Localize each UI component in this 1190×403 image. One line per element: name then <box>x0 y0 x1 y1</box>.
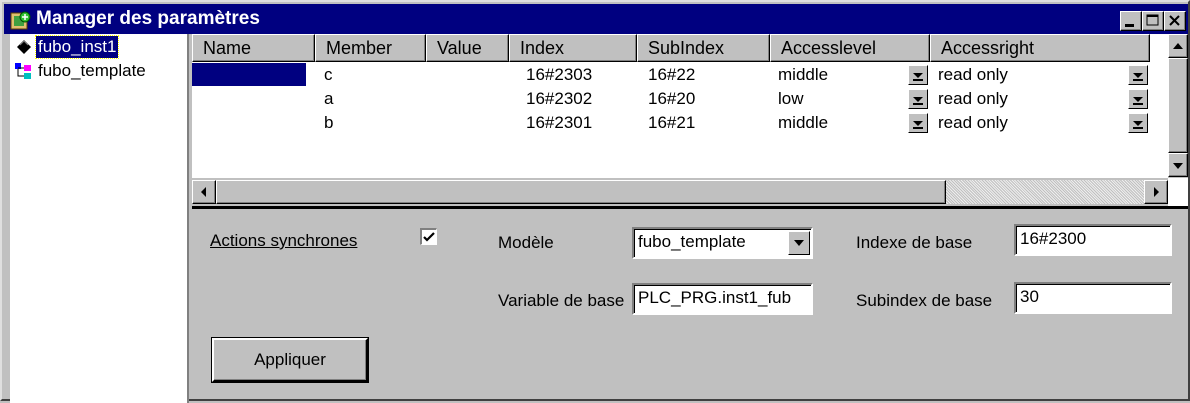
chevron-down-icon <box>913 121 923 129</box>
window-title: Manager des paramètres <box>36 8 260 29</box>
chevron-down-icon <box>1133 73 1143 81</box>
minimize-icon <box>1125 24 1134 27</box>
base-subindex-field[interactable]: 30 <box>1014 282 1172 314</box>
scroll-down-button[interactable] <box>1168 153 1188 177</box>
cell-subindex[interactable]: 16#21 <box>646 112 695 134</box>
model-select[interactable]: fubo_template <box>632 227 813 259</box>
base-subindex-label: Subindex de base <box>856 291 993 310</box>
cell-member[interactable]: a <box>322 88 333 110</box>
sync-actions-checkbox[interactable] <box>420 228 437 245</box>
vertical-scroll-thumb[interactable] <box>1168 58 1188 153</box>
base-variable-field[interactable]: PLC_PRG.inst1_fub <box>632 283 813 315</box>
horizontal-scroll-track[interactable] <box>946 180 1144 204</box>
close-icon <box>1169 15 1180 26</box>
accesslevel-dropdown-button[interactable] <box>908 113 928 133</box>
tree-item-fubo-template[interactable]: fubo_template <box>12 60 182 82</box>
chevron-down-icon <box>913 73 923 81</box>
column-header-accesslevel[interactable]: Accesslevel <box>770 34 930 62</box>
chevron-down-icon <box>1133 121 1143 129</box>
cell-subindex[interactable]: 16#22 <box>646 64 695 86</box>
chevron-down-icon <box>1133 97 1143 105</box>
model-label: Modèle <box>498 233 554 252</box>
accessright-dropdown-button[interactable] <box>1128 89 1148 109</box>
cell-accesslevel[interactable]: low <box>776 88 804 110</box>
minimize-button[interactable] <box>1120 11 1142 31</box>
template-tree-icon <box>15 63 31 79</box>
arrow-right-icon <box>1154 187 1159 197</box>
column-header-name[interactable]: Name <box>192 34 315 62</box>
chevron-down-icon <box>794 240 804 246</box>
column-header-accessright[interactable]: Accessright <box>930 34 1150 62</box>
cell-index[interactable]: 16#2303 <box>524 64 592 86</box>
maximize-icon <box>1146 14 1159 26</box>
cell-accessright[interactable]: read only <box>936 64 1008 86</box>
cell-member[interactable]: c <box>322 64 333 86</box>
vertical-scrollbar[interactable] <box>1168 34 1188 178</box>
cell-accessright[interactable]: read only <box>936 88 1008 110</box>
column-header-index[interactable]: Index <box>509 34 637 62</box>
parameter-grid[interactable]: Name Member Value Index SubIndex Accessl… <box>192 34 1188 209</box>
cell-accessright[interactable]: read only <box>936 112 1008 134</box>
arrow-down-icon <box>1173 163 1183 169</box>
column-header-value[interactable]: Value <box>426 34 509 62</box>
cell-subindex[interactable]: 16#20 <box>646 88 695 110</box>
cell-accesslevel[interactable]: middle <box>776 64 828 86</box>
tree-item-label[interactable]: fubo_template <box>36 60 148 82</box>
scroll-left-button[interactable] <box>192 180 216 204</box>
apply-button[interactable]: Appliquer <box>211 337 369 383</box>
scroll-up-button[interactable] <box>1168 34 1188 58</box>
parameter-manager-app-icon <box>10 10 32 32</box>
cell-index[interactable]: 16#2302 <box>524 88 592 110</box>
scroll-right-button[interactable] <box>1144 180 1168 204</box>
accesslevel-dropdown-button[interactable] <box>908 65 928 85</box>
column-header-subindex[interactable]: SubIndex <box>637 34 770 62</box>
selected-name-cell[interactable] <box>192 63 306 86</box>
tree-item-label[interactable]: fubo_inst1 <box>34 35 120 59</box>
arrow-up-icon <box>1173 43 1183 49</box>
accesslevel-dropdown-button[interactable] <box>908 89 928 109</box>
close-button[interactable] <box>1164 11 1186 31</box>
base-variable-label: Variable de base <box>498 291 625 310</box>
base-index-label: Indexe de base <box>856 233 973 252</box>
arrow-left-icon <box>201 187 206 197</box>
model-dropdown-button[interactable] <box>788 231 810 255</box>
horizontal-scroll-thumb[interactable] <box>216 180 946 204</box>
checkmark-icon <box>423 232 435 242</box>
horizontal-scrollbar[interactable] <box>192 178 1168 206</box>
model-select-value: fubo_template <box>638 232 746 251</box>
base-index-field[interactable]: 16#2300 <box>1014 224 1172 256</box>
cell-accesslevel[interactable]: middle <box>776 112 828 134</box>
parameter-manager-window: Manager des paramètres fubo_inst1 fubo_t… <box>0 0 1190 403</box>
column-header-member[interactable]: Member <box>315 34 426 62</box>
maximize-button[interactable] <box>1142 11 1164 31</box>
cell-member[interactable]: b <box>322 112 333 134</box>
accessright-dropdown-button[interactable] <box>1128 65 1148 85</box>
title-bar[interactable]: Manager des paramètres <box>4 4 1188 34</box>
cell-index[interactable]: 16#2301 <box>524 112 592 134</box>
diamond-instance-icon <box>17 40 31 54</box>
sync-actions-label: Actions synchrones <box>210 230 357 252</box>
sync-actions-label-text: Actions synchrones <box>210 231 358 250</box>
object-tree[interactable]: fubo_inst1 fubo_template <box>10 34 189 403</box>
tree-item-fubo-inst1[interactable]: fubo_inst1 <box>12 35 182 59</box>
accessright-dropdown-button[interactable] <box>1128 113 1148 133</box>
chevron-down-icon <box>913 97 923 105</box>
